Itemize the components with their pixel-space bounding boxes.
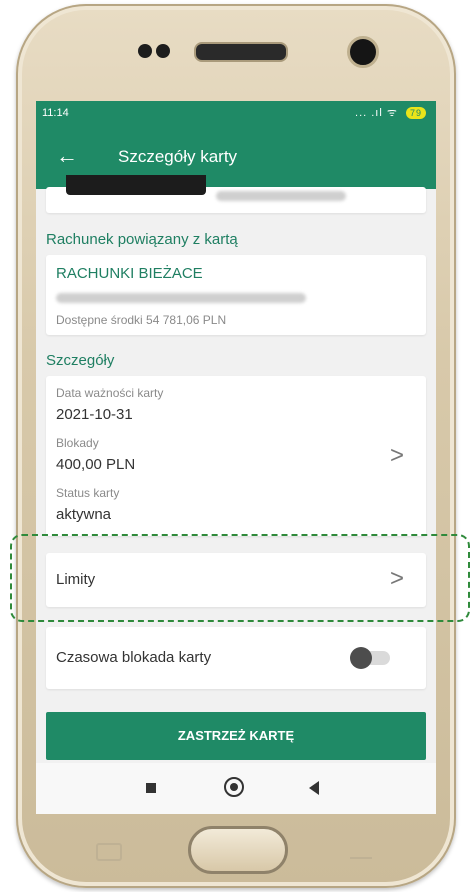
temporary-block-label: Czasowa blokada karty <box>56 649 212 666</box>
card-holder-blurred <box>216 191 346 201</box>
linked-account-card: RACHUNKI BIEŻACE Dostępne środki 54 781,… <box>46 255 426 335</box>
back-arrow-icon[interactable]: ← <box>56 143 78 169</box>
hardware-home-button <box>188 826 288 874</box>
page-title: Szczegóły karty <box>118 147 238 166</box>
nav-home-icon[interactable] <box>224 777 244 797</box>
sensor-dot <box>138 44 152 58</box>
sensor-dots <box>138 42 194 60</box>
account-section-header: Rachunek powiązany z kartą <box>46 231 238 248</box>
account-name: RACHUNKI BIEŻACE <box>56 265 203 282</box>
status-time: 11:14 <box>42 107 69 119</box>
available-funds: Dostępne środki 54 781,06 PLN <box>56 313 227 327</box>
blocks-label: Blokady <box>56 436 99 450</box>
expiry-label: Data ważności karty <box>56 386 164 400</box>
expiry-value: 2021-10-31 <box>56 406 133 423</box>
hardware-back-key <box>350 845 372 859</box>
status-icons: ... .ıl ᯤ 79 <box>355 105 426 120</box>
nav-recents-icon[interactable] <box>146 783 156 793</box>
blocks-value: 400,00 PLN <box>56 456 136 473</box>
temporary-block-toggle[interactable] <box>350 647 390 669</box>
reserve-card-button[interactable]: ZASTRZEŻ KARTĘ <box>46 712 426 760</box>
hardware-recents-key <box>96 843 122 861</box>
signal-icon: ... .ıl ᯤ <box>355 107 398 119</box>
front-camera <box>347 36 379 68</box>
status-value: aktywna <box>56 506 112 523</box>
card-image <box>66 175 206 195</box>
earpiece-speaker <box>194 42 288 62</box>
battery-icon: 79 <box>405 107 426 119</box>
account-number-blurred <box>56 293 306 303</box>
toggle-knob <box>350 647 372 669</box>
card-details[interactable]: Data ważności karty 2021-10-31 Blokady 4… <box>46 376 426 536</box>
phone-screen: 11:14 ... .ıl ᯤ 79 ← Szczegóły karty Rac… <box>36 101 436 814</box>
phone-top-bezel <box>16 4 456 104</box>
status-label: Status karty <box>56 486 120 500</box>
details-section-header: Szczegóły <box>46 352 115 369</box>
temporary-block-row: Czasowa blokada karty <box>46 627 426 689</box>
card-preview <box>46 175 426 213</box>
chevron-right-icon: > <box>389 442 404 469</box>
status-bar: 11:14 ... .ıl ᯤ 79 <box>36 101 436 125</box>
android-nav-bar <box>36 763 436 814</box>
nav-back-icon[interactable] <box>309 781 319 795</box>
highlight-frame <box>10 534 470 622</box>
sensor-dot <box>156 44 170 58</box>
